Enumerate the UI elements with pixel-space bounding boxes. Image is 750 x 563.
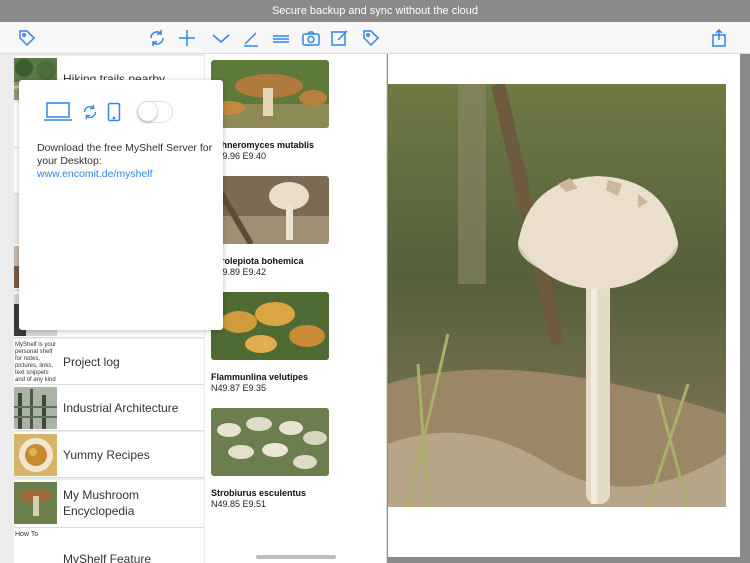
- shelf-label: Yummy Recipes: [63, 448, 150, 462]
- camera-button[interactable]: [300, 27, 322, 49]
- list-icon: [273, 35, 289, 43]
- draw-button[interactable]: [240, 27, 262, 49]
- toolbar: [0, 22, 750, 54]
- item-photo: [211, 408, 329, 476]
- add-icon: [179, 30, 195, 46]
- chevron-down-icon: [212, 34, 230, 43]
- item-coords: N49.87 E9.35: [211, 383, 267, 393]
- shelf-item[interactable]: Yummy Recipes: [14, 432, 204, 478]
- shelf-label: Industrial Architecture: [63, 401, 179, 415]
- item-photo: [211, 292, 329, 360]
- shelf-item[interactable]: MyShelf is your personal shelf for notes…: [14, 339, 204, 385]
- edit-button[interactable]: [329, 27, 351, 49]
- status-bar: Secure backup and sync without the cloud: [0, 0, 750, 22]
- popover-message: Download the free MyShelf Server for you…: [37, 142, 213, 167]
- shelf-label: My Mushroom Encyclopedia: [63, 488, 140, 518]
- popover-icons: [43, 100, 173, 124]
- item-coords: N49.89 E9.42: [211, 267, 267, 277]
- share-icon: [712, 28, 726, 47]
- shelf-item[interactable]: My Mushroom Encyclopedia: [14, 480, 204, 528]
- mushroom-thumbnail: [14, 482, 57, 524]
- camera-icon: [302, 31, 320, 46]
- item-name: acrolepiota bohemica: [211, 256, 304, 266]
- scroll-indicator: [256, 555, 336, 559]
- item-photo: [211, 60, 329, 128]
- item-card[interactable]: Strobiurus esculentus N49.85 E9.51: [211, 408, 329, 509]
- tag-icon: [19, 30, 36, 47]
- industrial-thumbnail: [14, 387, 57, 429]
- item-card[interactable]: Flammunlina velutipes N49.87 E9.35: [211, 292, 329, 393]
- tag-icon: [363, 30, 380, 47]
- shelf-label: Project log: [63, 355, 120, 369]
- status-bar-title: Secure backup and sync without the cloud: [271, 5, 479, 17]
- pencil-icon: [244, 32, 258, 47]
- sync-button[interactable]: [146, 27, 168, 49]
- collapse-button[interactable]: [210, 27, 232, 49]
- item-name: Strobiurus esculentus: [211, 488, 307, 498]
- item-card[interactable]: acrolepiota bohemica N49.89 E9.42: [211, 176, 329, 277]
- edit-icon: [331, 30, 348, 46]
- item-name: Flammunlina velutipes: [211, 372, 309, 382]
- shelf-item[interactable]: Industrial Architecture: [14, 385, 204, 431]
- sync-popover: Download the free MyShelf Server for you…: [19, 80, 223, 330]
- share-button[interactable]: [708, 27, 730, 49]
- item-coords: N49.96 E9.40: [211, 151, 267, 161]
- tag-button[interactable]: [16, 27, 38, 49]
- sync-toggle[interactable]: [137, 101, 173, 123]
- item-coords: N49.85 E9.51: [211, 499, 267, 509]
- tablet-icon: [107, 102, 121, 122]
- item-card[interactable]: hehneromyces mutablis N49.96 E9.40: [211, 60, 329, 161]
- detail-view: [388, 54, 740, 557]
- list-button[interactable]: [270, 27, 292, 49]
- shelf-label: MyShelf Feature: [63, 552, 152, 563]
- item-name: hehneromyces mutablis: [211, 140, 315, 150]
- tag-item-button[interactable]: [360, 27, 382, 49]
- item-list: hehneromyces mutablis N49.96 E9.40 acrol…: [205, 54, 387, 563]
- food-thumbnail: [14, 434, 57, 476]
- shelf-item[interactable]: How To MyShelf Feature: [14, 528, 204, 563]
- note-thumbnail: MyShelf is your personal shelf for notes…: [14, 341, 57, 383]
- item-photo: [211, 176, 329, 244]
- sync-icon: [150, 30, 164, 46]
- sync-icon: [83, 104, 97, 120]
- detail-photo[interactable]: [388, 84, 726, 507]
- add-button[interactable]: [176, 27, 198, 49]
- laptop-icon: [44, 102, 72, 121]
- toggle-knob: [138, 102, 157, 121]
- download-link[interactable]: www.encomit.de/myshelf: [37, 168, 153, 180]
- note-thumbnail: How To: [14, 530, 57, 563]
